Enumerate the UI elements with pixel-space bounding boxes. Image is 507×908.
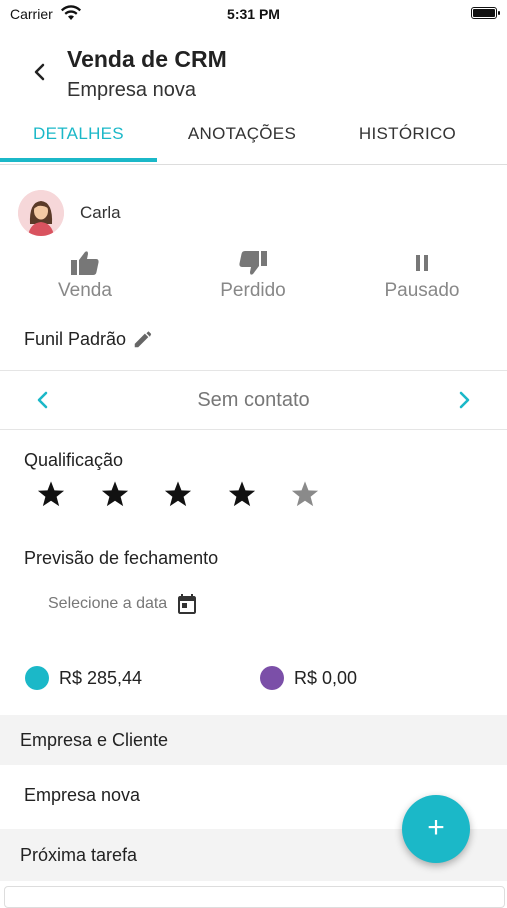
star-empty-icon[interactable] (289, 478, 321, 510)
divider (0, 429, 507, 430)
recurring-value-amount: R$ 285,44 (59, 667, 143, 688)
plus-icon: + (427, 811, 445, 844)
funnel-label: Funil Padrão (24, 328, 127, 349)
paused-label: Pausado (384, 280, 460, 301)
lost-button[interactable]: Perdido (193, 250, 313, 302)
stage-label: Sem contato (197, 389, 310, 411)
tab-history[interactable]: HISTÓRICO (330, 112, 485, 160)
tab-notes[interactable]: ANOTAÇÕES (162, 112, 322, 160)
clock: 5:31 PM (227, 6, 280, 22)
next-task-card[interactable] (4, 886, 505, 908)
paused-button[interactable]: Pausado (362, 250, 482, 302)
user-avatar-icon (18, 190, 64, 236)
add-fab-button[interactable]: + (402, 795, 470, 863)
one-time-value-amount: R$ 0,00 (294, 667, 358, 688)
page-subtitle: Empresa nova (67, 79, 196, 101)
date-placeholder: Selecione a data (48, 595, 168, 612)
section-title: Empresa e Cliente (20, 730, 169, 750)
battery-icon (471, 7, 500, 19)
won-label: Venda (58, 280, 112, 301)
chevron-right-icon[interactable] (453, 388, 475, 412)
funnel-selector[interactable]: Funil Padrão (24, 328, 154, 350)
thumbs-down-icon (239, 251, 267, 275)
avatar (18, 190, 64, 236)
value-dot-teal (25, 666, 49, 690)
deal-values: R$ 285,44 R$ 0,00 (0, 666, 507, 696)
tab-details[interactable]: DETALHES (0, 112, 157, 160)
star-filled-icon[interactable] (226, 478, 258, 510)
divider (0, 370, 507, 371)
back-arrow-icon[interactable] (28, 60, 52, 84)
lost-label: Perdido (220, 280, 286, 301)
qualification-label: Qualificação (24, 450, 124, 470)
tab-bar: DETALHES ANOTAÇÕES HISTÓRICO (0, 112, 507, 165)
star-filled-icon[interactable] (162, 478, 194, 510)
one-time-value: R$ 0,00 (260, 666, 357, 690)
header: Venda de CRM Empresa nova (0, 40, 507, 110)
forecast-label: Previsão de fechamento (24, 548, 219, 568)
company-name: Empresa nova (24, 785, 141, 805)
deal-status-actions: Venda Perdido Pausado (0, 250, 507, 310)
calendar-icon[interactable] (175, 592, 199, 616)
won-button[interactable]: Venda (25, 250, 145, 302)
section-header-company-client: Empresa e Cliente (0, 715, 507, 765)
date-picker[interactable]: Selecione a data (48, 590, 199, 618)
section-title: Próxima tarefa (20, 845, 138, 865)
active-tab-indicator (0, 158, 157, 162)
pipeline-stage-navigator: Sem contato (0, 372, 507, 428)
page-title: Venda de CRM (67, 46, 227, 72)
pause-icon (416, 255, 428, 271)
star-filled-icon[interactable] (35, 478, 67, 510)
pencil-edit-icon[interactable] (132, 328, 154, 350)
value-dot-purple (260, 666, 284, 690)
status-bar: Carrier 5:31 PM (0, 0, 507, 28)
recurring-value: R$ 285,44 (25, 666, 142, 690)
thumbs-up-icon (71, 251, 99, 275)
star-filled-icon[interactable] (99, 478, 131, 510)
owner-name: Carla (80, 203, 121, 222)
